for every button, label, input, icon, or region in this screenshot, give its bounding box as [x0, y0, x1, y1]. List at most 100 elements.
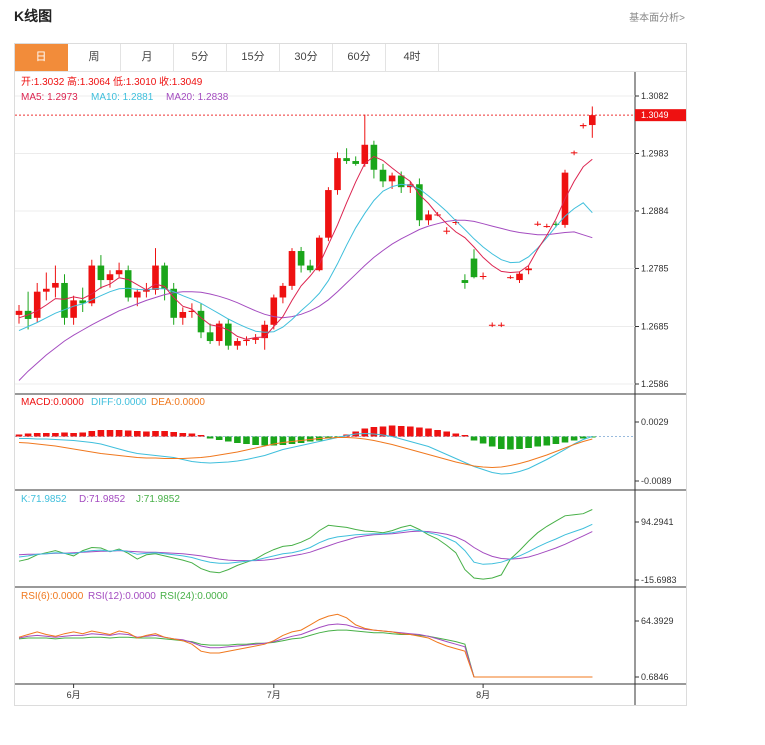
candle-body-15	[152, 265, 159, 290]
macd-bar-54	[507, 436, 514, 450]
macd-bar-20	[197, 435, 205, 437]
macd-bar-4	[52, 433, 59, 437]
price-legend-1: 高:1.3064	[67, 75, 111, 88]
ma-legend-1: MA10: 1.2881	[91, 92, 154, 103]
macd-bar-5	[61, 432, 68, 437]
price-legend-3: 收:1.3049	[159, 75, 203, 88]
macd-legend-0: MACD:0.0000	[21, 397, 84, 408]
kdj-legend-2: J:71.9852	[136, 494, 180, 505]
macd-bar-44	[416, 427, 423, 437]
fundamental-analysis-link[interactable]: 基本面分析>	[629, 9, 685, 24]
macd-bar-56	[525, 436, 532, 448]
candle-body-51	[479, 276, 487, 277]
macd-tick-label: -0.0089	[641, 476, 672, 486]
macd-bar-18	[179, 433, 187, 437]
macd-bar-60	[561, 436, 569, 443]
candle-body-63	[589, 115, 596, 126]
candle-body-40	[379, 169, 387, 182]
macd-bar-62	[579, 436, 587, 439]
candle-body-33	[316, 237, 323, 271]
macd-bar-2	[33, 433, 41, 437]
candle-body-53	[498, 324, 505, 326]
candle-body-5	[61, 282, 68, 318]
macd-bar-53	[498, 436, 505, 449]
price-legend-0: 开:1.3032	[21, 77, 65, 88]
candle-body-23	[225, 323, 232, 346]
candle-body-27	[261, 324, 268, 339]
price-tick-label: 1.3082	[641, 91, 669, 101]
candle-body-2	[33, 291, 41, 318]
macd-bar-46	[434, 430, 441, 437]
rsi-tick-label: 0.6846	[641, 672, 669, 682]
candle-body-62	[579, 125, 587, 127]
rsi24-line	[18, 629, 593, 678]
candle-body-8	[88, 265, 96, 304]
candle-body-13	[134, 291, 141, 298]
macd-bar-12	[124, 430, 132, 437]
candle-body-41	[388, 175, 396, 182]
macd-bar-7	[79, 432, 86, 437]
macd-bar-30	[288, 436, 296, 444]
candle-body-30	[288, 251, 296, 286]
macd-bar-21	[206, 436, 214, 439]
candle-body-18	[179, 312, 187, 318]
macd-bar-61	[570, 436, 578, 441]
macd-bar-3	[43, 433, 50, 437]
macd-bar-50	[470, 436, 478, 441]
macd-bar-48	[452, 433, 460, 437]
rsi-legend-2: RSI(24):0.0000	[160, 591, 228, 602]
price-tick-label: 1.2884	[641, 206, 669, 216]
ma20-line	[18, 219, 593, 381]
macd-bar-57	[534, 436, 541, 447]
macd-bar-39	[370, 427, 378, 437]
candle-body-11	[115, 270, 123, 275]
x-label-0: 6月	[67, 690, 81, 700]
x-label-1: 7月	[267, 690, 281, 700]
candle-body-12	[124, 270, 132, 298]
macd-bar-14	[143, 431, 150, 437]
macd-bar-38	[361, 428, 369, 437]
candle-body-24	[234, 341, 241, 346]
macd-bar-59	[552, 436, 560, 444]
kdj-d-line	[18, 530, 593, 562]
candle-body-52	[488, 324, 496, 326]
x-label-2: 8月	[476, 690, 490, 700]
candle-body-6	[70, 300, 77, 318]
macd-bar-43	[407, 426, 414, 437]
macd-legend-2: DEA:0.0000	[151, 397, 205, 408]
candle-body-31	[297, 251, 305, 266]
macd-legend-1: DIFF:0.0000	[91, 397, 147, 408]
rsi6-line	[18, 613, 593, 678]
candle-body-16	[161, 265, 168, 289]
candle-body-42	[397, 175, 405, 188]
macd-bar-51	[479, 436, 487, 444]
candle-body-9	[97, 265, 105, 281]
kdj-j-line	[18, 509, 593, 580]
candlestick-chart[interactable]: 1.3082 1.2983 1.2884 1.2785 1.2685 1.2586 1.30…	[15, 44, 686, 705]
candle-body-50	[470, 258, 478, 278]
candle-body-20	[197, 310, 205, 333]
macd-bar-24	[234, 436, 241, 443]
candle-body-61	[570, 152, 578, 154]
candle-body-21	[206, 332, 214, 342]
rsi-legend-0: RSI(6):0.0000	[21, 591, 84, 602]
candle-body-34	[325, 190, 332, 238]
rsi-tick-label: 64.3929	[641, 616, 674, 626]
ma-legend-2: MA20: 1.2838	[166, 92, 229, 103]
candle-body-32	[306, 265, 314, 271]
macd-bar-15	[152, 431, 159, 437]
candle-body-49	[461, 280, 469, 283]
macd-bar-1	[24, 433, 32, 437]
price-tick-label: 1.2685	[641, 322, 669, 332]
candle-body-44	[416, 184, 423, 221]
candle-body-4	[52, 282, 59, 288]
price-tick-label: 1.2586	[641, 379, 669, 389]
candle-body-47	[443, 230, 450, 232]
macd-bar-19	[188, 433, 196, 437]
kdj-tick-label: -15.6983	[641, 575, 677, 585]
macd-bar-42	[397, 426, 405, 437]
candle-body-37	[352, 161, 359, 164]
macd-bar-11	[115, 430, 123, 437]
macd-bar-26	[252, 436, 259, 445]
rsi-legend-1: RSI(12):0.0000	[88, 591, 156, 602]
